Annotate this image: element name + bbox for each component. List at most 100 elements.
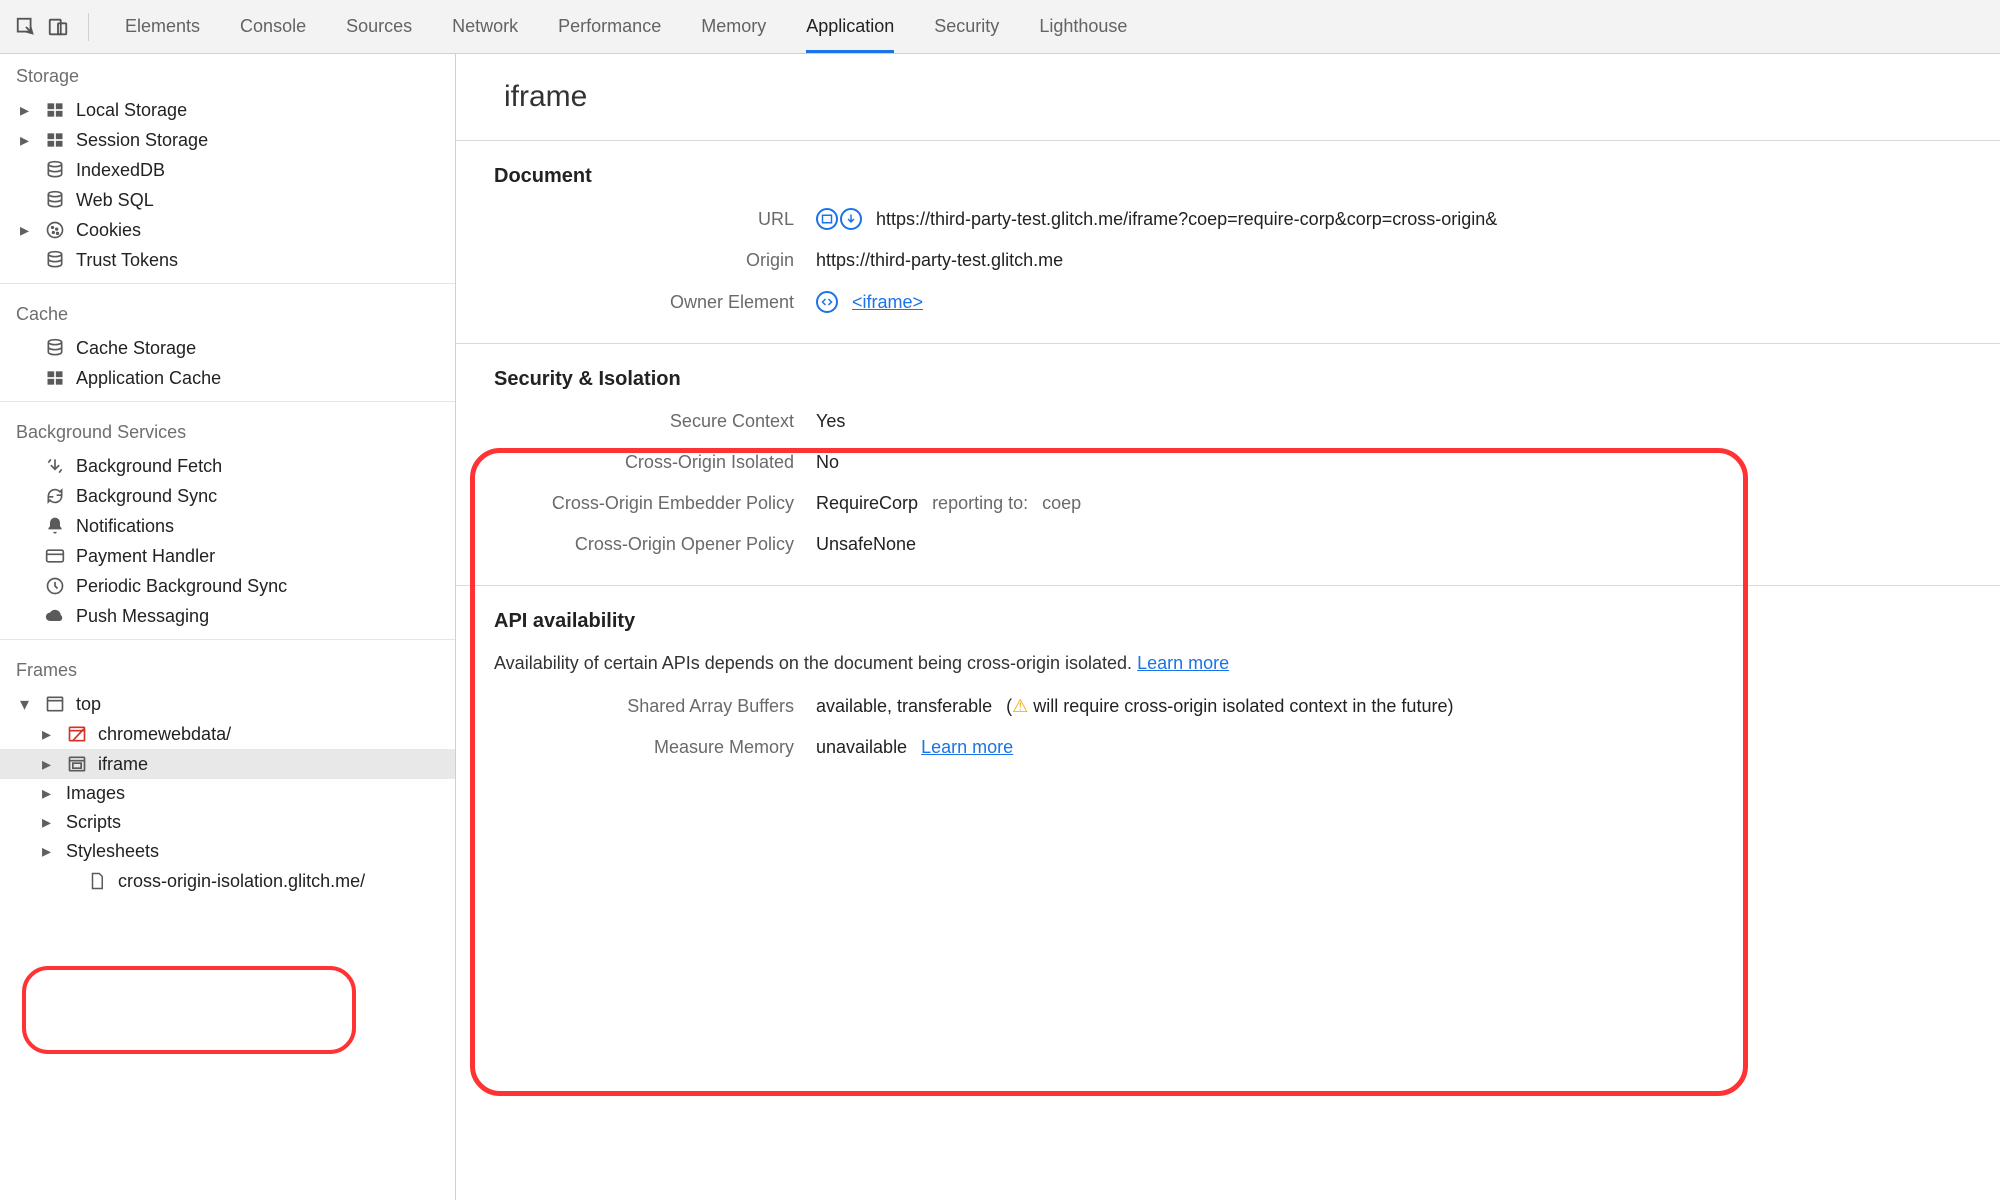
tab-network[interactable]: Network — [452, 0, 518, 53]
section-heading-api: API availability — [494, 610, 1962, 633]
tab-application[interactable]: Application — [806, 0, 894, 53]
label-coep: Cross-Origin Embedder Policy — [494, 493, 794, 514]
chevron-down-icon: ▾ — [20, 694, 34, 715]
window-icon — [44, 693, 66, 715]
url-action-icons[interactable] — [816, 208, 862, 230]
tab-performance[interactable]: Performance — [558, 0, 661, 53]
chevron-right-icon: ▸ — [42, 754, 56, 775]
document-icon — [86, 870, 108, 892]
database-icon — [44, 249, 66, 271]
sidebar-item-label: IndexedDB — [76, 160, 165, 181]
tab-security[interactable]: Security — [934, 0, 999, 53]
card-icon — [44, 545, 66, 567]
sidebar-item-label: iframe — [98, 754, 148, 775]
chevron-right-icon: ▸ — [20, 220, 34, 241]
sidebar-item-trust-tokens[interactable]: ▸ Trust Tokens — [0, 245, 455, 275]
tab-sources[interactable]: Sources — [346, 0, 412, 53]
sidebar-divider — [0, 401, 455, 402]
sidebar-section-cache: Cache — [0, 292, 455, 333]
sidebar-item-cache-storage[interactable]: ▸ Cache Storage — [0, 333, 455, 363]
bell-icon — [44, 515, 66, 537]
reveal-icon[interactable] — [816, 208, 838, 230]
database-icon — [44, 159, 66, 181]
sidebar-item-stylesheets[interactable]: ▸ Stylesheets — [0, 837, 455, 866]
sidebar-item-chromewebdata[interactable]: ▸ chromewebdata/ — [0, 719, 455, 749]
value-reporting-to: coep — [1042, 493, 1081, 514]
section-heading-security: Security & Isolation — [494, 368, 1962, 391]
sidebar-item-label: chromewebdata/ — [98, 724, 231, 745]
sidebar-section-frames: Frames — [0, 648, 455, 689]
download-icon[interactable] — [840, 208, 862, 230]
sidebar-item-frame-leaf[interactable]: ▸ cross-origin-isolation.glitch.me/ — [0, 866, 455, 896]
label-owner-element: Owner Element — [494, 292, 794, 313]
sidebar-item-iframe[interactable]: ▸ iframe — [0, 749, 455, 779]
sidebar-item-background-sync[interactable]: ▸ Background Sync — [0, 481, 455, 511]
sidebar-item-label: Push Messaging — [76, 606, 209, 627]
label-secure-context: Secure Context — [494, 411, 794, 432]
label-shared-array-buffers: Shared Array Buffers — [494, 696, 794, 717]
sidebar-item-label: Local Storage — [76, 100, 187, 121]
sync-icon — [44, 485, 66, 507]
api-description: Availability of certain APIs depends on … — [494, 653, 1132, 673]
chevron-right-icon: ▸ — [42, 724, 56, 745]
sidebar-item-scripts[interactable]: ▸ Scripts — [0, 808, 455, 837]
sidebar-item-label: Application Cache — [76, 368, 221, 389]
label-coop: Cross-Origin Opener Policy — [494, 534, 794, 555]
sidebar-section-background: Background Services — [0, 410, 455, 451]
content-title: iframe — [456, 54, 2000, 141]
sidebar-item-periodic-sync[interactable]: ▸ Periodic Background Sync — [0, 571, 455, 601]
learn-more-link[interactable]: Learn more — [1137, 653, 1229, 673]
sidebar-item-label: Cache Storage — [76, 338, 196, 359]
sidebar-item-payment-handler[interactable]: ▸ Payment Handler — [0, 541, 455, 571]
tab-lighthouse[interactable]: Lighthouse — [1039, 0, 1127, 53]
sidebar-section-storage: Storage — [0, 54, 455, 95]
sidebar-item-label: Periodic Background Sync — [76, 576, 287, 597]
learn-more-link[interactable]: Learn more — [921, 737, 1013, 758]
sidebar-item-label: top — [76, 694, 101, 715]
tab-memory[interactable]: Memory — [701, 0, 766, 53]
storage-icon — [44, 99, 66, 121]
sidebar-item-push-messaging[interactable]: ▸ Push Messaging — [0, 601, 455, 631]
sidebar-item-session-storage[interactable]: ▸ Session Storage — [0, 125, 455, 155]
chevron-right-icon: ▸ — [20, 100, 34, 121]
frame-detail-panel: iframe Document URL https://third-party-… — [456, 54, 2000, 1200]
clock-icon — [44, 575, 66, 597]
sidebar-item-indexeddb[interactable]: ▸ IndexedDB — [0, 155, 455, 185]
label-reporting-to: reporting to: — [932, 493, 1028, 514]
label-measure-memory: Measure Memory — [494, 737, 794, 758]
sidebar-item-label: Notifications — [76, 516, 174, 537]
sidebar-item-notifications[interactable]: ▸ Notifications — [0, 511, 455, 541]
storage-icon — [44, 129, 66, 151]
device-toggle-icon[interactable] — [46, 15, 70, 39]
sidebar-item-frame-top[interactable]: ▾ top — [0, 689, 455, 719]
sidebar-item-background-fetch[interactable]: ▸ Background Fetch — [0, 451, 455, 481]
value-measure-memory: unavailable — [816, 737, 907, 758]
sidebar-item-cookies[interactable]: ▸ Cookies — [0, 215, 455, 245]
cookie-icon — [44, 219, 66, 241]
label-url: URL — [494, 209, 794, 230]
sidebar-item-application-cache[interactable]: ▸ Application Cache — [0, 363, 455, 393]
tab-elements[interactable]: Elements — [125, 0, 200, 53]
sidebar-item-images[interactable]: ▸ Images — [0, 779, 455, 808]
sidebar-item-label: Cookies — [76, 220, 141, 241]
sidebar-item-label: Trust Tokens — [76, 250, 178, 271]
frame-icon — [66, 753, 88, 775]
section-security: Security & Isolation Secure Context Yes … — [456, 344, 2000, 585]
cloud-icon — [44, 605, 66, 627]
application-sidebar[interactable]: Storage ▸ Local Storage ▸ Session Storag… — [0, 54, 456, 1200]
sidebar-item-local-storage[interactable]: ▸ Local Storage — [0, 95, 455, 125]
section-api-availability: API availability Availability of certain… — [456, 586, 2000, 788]
sidebar-item-label: Background Fetch — [76, 456, 222, 477]
sidebar-item-websql[interactable]: ▸ Web SQL — [0, 185, 455, 215]
sidebar-divider — [0, 283, 455, 284]
code-icon[interactable] — [816, 291, 838, 313]
inspect-icon[interactable] — [14, 15, 38, 39]
warning-icon: ⚠ — [1012, 696, 1028, 716]
sidebar-item-label: Payment Handler — [76, 546, 215, 567]
value-cross-origin-isolated: No — [816, 452, 839, 473]
tab-console[interactable]: Console — [240, 0, 306, 53]
owner-element-link[interactable]: <iframe> — [852, 292, 923, 313]
database-icon — [44, 337, 66, 359]
section-heading-document: Document — [494, 165, 1962, 188]
value-coop: UnsafeNone — [816, 534, 916, 555]
